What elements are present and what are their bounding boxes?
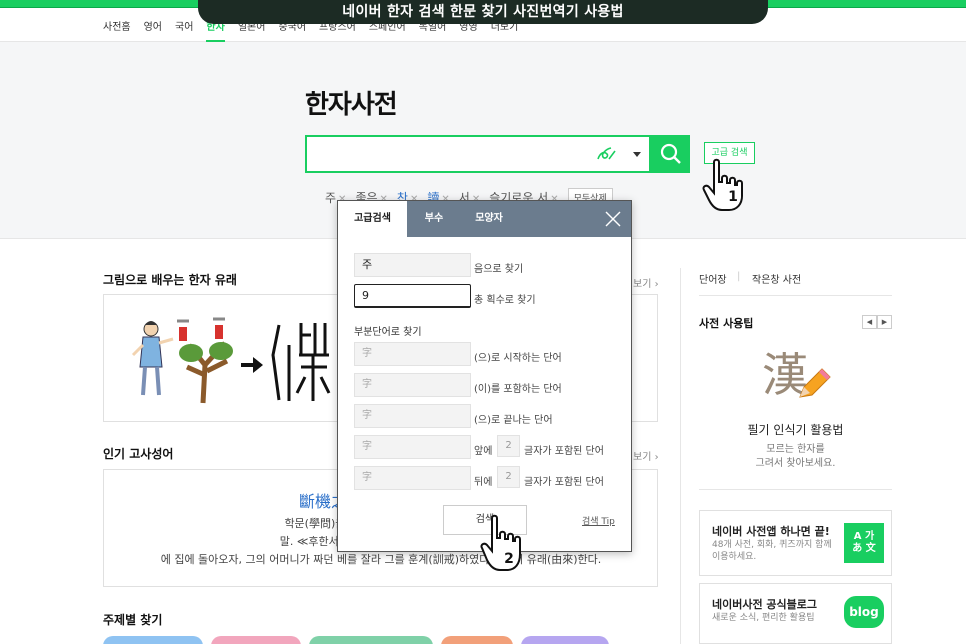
step-2-label: 2 xyxy=(504,551,514,567)
close-icon[interactable] xyxy=(604,210,622,228)
before-count-label: 글자가 포함된 단어 xyxy=(524,446,604,457)
starts-with-input[interactable]: 字 xyxy=(354,342,471,366)
tip-desc-line: 그려서 찾아보세요. xyxy=(755,458,836,469)
stroke-count-label: 총 획수로 찾기 xyxy=(474,295,536,306)
tab-radical[interactable]: 부수 xyxy=(413,201,455,237)
search-input[interactable] xyxy=(305,135,651,173)
hanja-origin-illustration xyxy=(131,317,331,404)
pencil-icon xyxy=(799,368,831,398)
origin-section-title: 그림으로 배우는 한자 유래 xyxy=(103,273,237,287)
link-separator: | xyxy=(737,271,741,282)
app-icon: A 가 あ 文 xyxy=(844,523,884,563)
ends-with-label: (으)로 끝나는 단어 xyxy=(474,415,553,426)
topic-section-title: 주제별 찾기 xyxy=(103,613,163,627)
prev-arrow-icon[interactable]: ◀ xyxy=(862,315,877,329)
topic-chip[interactable] xyxy=(211,636,301,644)
idiom-more-link[interactable]: 보기 › xyxy=(633,448,659,463)
handwriting-tip-illustration: 漢 xyxy=(762,345,832,409)
before-label: 앞에 xyxy=(474,446,493,457)
topic-chip[interactable] xyxy=(441,636,513,644)
reading-label: 음으로 찾기 xyxy=(474,264,524,275)
tab-advanced[interactable]: 고급검색 xyxy=(338,201,407,237)
right-divider xyxy=(680,268,681,644)
title-banner: 네이버 한자 검색 한문 찾기 사진번역기 사용법 xyxy=(198,0,768,24)
next-arrow-icon[interactable]: ▶ xyxy=(877,315,892,329)
app-promo-title: 네이버 사전앱 하나면 끝! xyxy=(712,525,830,538)
more-label: 보기 xyxy=(633,452,652,463)
before-count-input[interactable]: 2 xyxy=(497,435,520,457)
page-title: 한자사전 xyxy=(305,90,398,120)
ends-with-input[interactable]: 字 xyxy=(354,404,471,428)
after-count-label: 글자가 포함된 단어 xyxy=(524,477,604,488)
nav-item[interactable]: 사전홈 xyxy=(103,18,131,40)
wordbook-link[interactable]: 단어장 xyxy=(699,271,727,286)
reading-input[interactable]: 주 xyxy=(354,253,471,277)
divider xyxy=(699,489,892,490)
after-input[interactable]: 字 xyxy=(354,466,471,490)
nav-item[interactable]: 영어 xyxy=(144,18,162,40)
stroke-count-input[interactable]: 9 xyxy=(354,284,471,308)
pointer-hand-icon: 2 xyxy=(480,514,521,571)
contains-label: (이)를 포함하는 단어 xyxy=(474,384,562,395)
topic-chips xyxy=(103,636,609,644)
tip-desc-line: 모르는 한자를 xyxy=(766,444,825,455)
idiom-section-title: 인기 고사성어 xyxy=(103,447,174,461)
topic-chip[interactable] xyxy=(309,636,433,644)
origin-more-link[interactable]: 보기 › xyxy=(633,275,659,290)
topic-chip[interactable] xyxy=(103,636,203,644)
starts-with-label: (으)로 시작하는 단어 xyxy=(474,353,562,364)
step-1-label: 1 xyxy=(728,189,738,205)
tip-section-title: 사전 사용팁 xyxy=(699,317,754,330)
advanced-search-dialog: 고급검색 부수 모양자 주 음으로 찾기 9 총 획수로 찾기 부분단어로 찾기… xyxy=(337,200,632,552)
recent-search-label: 주 xyxy=(325,191,337,205)
dialog-tabs: 고급검색 부수 모양자 xyxy=(338,201,631,237)
divider xyxy=(699,295,892,296)
blog-promo-title: 네이버사전 공식블로그 xyxy=(712,598,818,611)
idiom-line: 에 집에 돌아오자, 그의 어머니가 짜던 베를 잘라 그를 훈계(訓戒)하였다… xyxy=(160,553,602,566)
more-label: 보기 xyxy=(633,279,652,290)
pointer-hand-icon: 1 xyxy=(702,158,743,211)
tip-pager: ◀ ▶ xyxy=(862,315,892,329)
before-input[interactable]: 字 xyxy=(354,435,471,459)
blog-promo-desc: 새로운 소식, 편리한 활용팁 xyxy=(712,613,815,623)
app-promo-desc: 48개 사전, 회화, 퀴즈까지 함께 이용하세요. xyxy=(712,540,832,562)
blog-promo-card[interactable]: 네이버사전 공식블로그 새로운 소식, 편리한 활용팁 blog xyxy=(699,583,892,644)
search-icon xyxy=(660,143,681,164)
tip-description: 모르는 한자를 그려서 찾아보세요. xyxy=(699,443,892,471)
contains-input[interactable]: 字 xyxy=(354,373,471,397)
nav-item[interactable]: 국어 xyxy=(175,18,193,40)
topic-chip[interactable] xyxy=(521,636,609,644)
after-label: 뒤에 xyxy=(474,477,493,488)
blog-icon: blog xyxy=(844,596,884,628)
tip-title[interactable]: 필기 인식기 활용법 xyxy=(699,421,892,438)
tab-shape[interactable]: 모양자 xyxy=(466,201,512,237)
app-promo-card[interactable]: 네이버 사전앱 하나면 끝! 48개 사전, 회화, 퀴즈까지 함께 이용하세요… xyxy=(699,510,892,576)
partial-search-title: 부분단어로 찾기 xyxy=(354,327,422,338)
chevron-down-icon[interactable] xyxy=(633,152,641,157)
mini-dictionary-link[interactable]: 작은창 사전 xyxy=(752,271,801,286)
search-tip-link[interactable]: 검색 Tip xyxy=(582,514,615,527)
handwriting-pen-icon[interactable] xyxy=(595,145,617,163)
after-count-input[interactable]: 2 xyxy=(497,466,520,488)
search-button[interactable] xyxy=(651,135,690,173)
